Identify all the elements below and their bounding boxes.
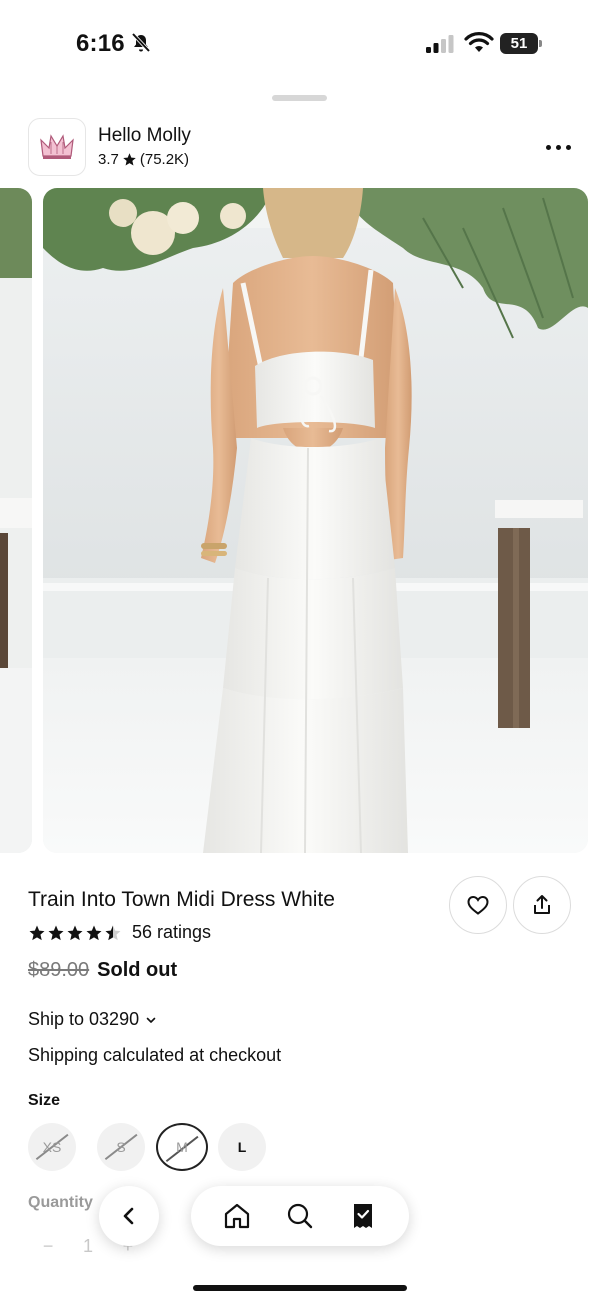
size-option-label: L [237, 1139, 247, 1155]
tab-search[interactable] [280, 1196, 320, 1236]
more-options-button[interactable] [540, 136, 576, 158]
search-icon [287, 1203, 313, 1229]
size-label: Size [28, 1092, 61, 1109]
size-option-l[interactable]: L [218, 1123, 266, 1171]
half-star-icon [105, 925, 121, 940]
store-review-count: (75.2K) [139, 151, 190, 168]
wifi-icon [464, 32, 494, 52]
home-icon [224, 1203, 249, 1229]
size-option-m[interactable]: M [156, 1123, 208, 1171]
store-logo[interactable] [28, 118, 86, 176]
size-option-label: M [176, 1139, 188, 1155]
ship-to-label: Ship to 03290 [28, 1009, 140, 1029]
shipping-note: Shipping calculated at checkout [28, 1045, 282, 1065]
cellular-signal-icon [426, 35, 454, 53]
heart-icon [467, 895, 489, 915]
stock-status: Sold out [97, 959, 178, 981]
chevron-left-icon [123, 1207, 134, 1225]
size-option-s[interactable]: S [97, 1123, 145, 1171]
favorite-button[interactable] [449, 876, 507, 934]
star-icon [29, 925, 45, 940]
store-rating-value: 3.7 [98, 151, 119, 168]
chevron-down-icon [146, 1017, 156, 1023]
bell-muted-icon [131, 32, 151, 53]
battery-indicator: 51 [500, 33, 542, 54]
battery-tip [539, 40, 542, 47]
receipt-icon [354, 1204, 373, 1228]
home-indicator[interactable] [193, 1285, 407, 1291]
status-time: 6:16 [76, 30, 125, 57]
original-price: $89.00 [28, 959, 90, 981]
dot [545, 144, 551, 150]
white-dress-photo [43, 188, 588, 853]
store-name[interactable]: Hello Molly [98, 125, 191, 147]
dot [555, 144, 561, 150]
star-icon [67, 925, 83, 940]
quantity-decrement[interactable]: − [43, 1236, 54, 1257]
store-rating: 3.7 (75.2K) [98, 151, 189, 168]
star-icon [86, 925, 102, 940]
price-row: $89.00 Sold out [28, 959, 177, 982]
size-option-label: S [116, 1139, 126, 1155]
dot [565, 144, 571, 150]
bottom-tab-bar [191, 1186, 409, 1246]
tab-home[interactable] [217, 1196, 257, 1236]
star-icon [48, 925, 64, 940]
star-icon [123, 153, 136, 166]
product-image[interactable] [43, 188, 588, 853]
previous-image-peek[interactable] [0, 188, 32, 853]
previous-product-image [0, 188, 32, 853]
size-option-label: XS [42, 1139, 62, 1155]
ratings-count[interactable]: 56 ratings [132, 922, 211, 943]
battery-level: 51 [500, 33, 538, 54]
back-button[interactable] [99, 1186, 159, 1246]
crown-icon [40, 134, 74, 159]
share-icon [534, 895, 550, 914]
share-button[interactable] [513, 876, 571, 934]
ship-to-selector[interactable]: Ship to 03290 [28, 1009, 157, 1030]
status-bar: 6:16 51 [0, 0, 600, 88]
product-title: Train Into Town Midi Dress White [28, 888, 335, 911]
quantity-label: Quantity [28, 1194, 93, 1211]
product-rating[interactable]: 56 ratings [28, 922, 211, 943]
rating-stars [28, 924, 122, 942]
sheet-drag-handle[interactable] [272, 95, 327, 101]
quantity-value: 1 [82, 1235, 93, 1256]
size-option-xs[interactable]: XS [28, 1123, 76, 1171]
tab-orders[interactable] [343, 1196, 383, 1236]
